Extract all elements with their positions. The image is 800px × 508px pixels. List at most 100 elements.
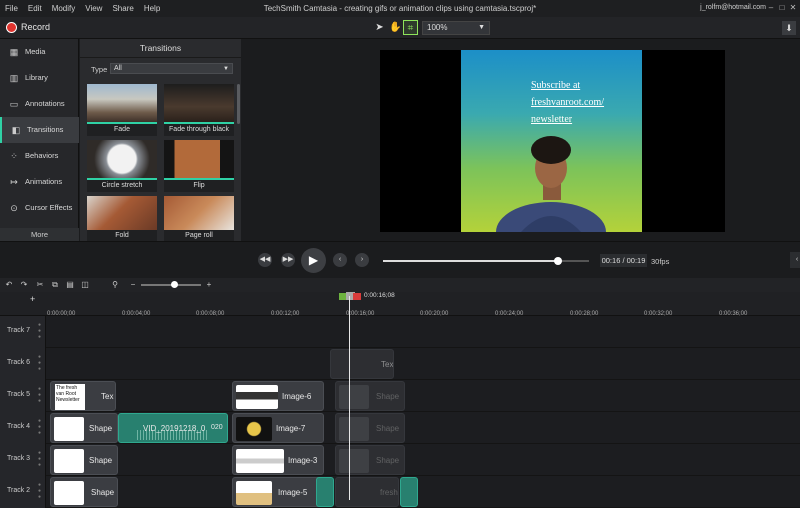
timeline-clip[interactable]: Image-5 [232,477,324,507]
zoom-icon[interactable]: ⚲ [110,280,120,290]
thumb-accent [87,178,157,180]
timeline-clip[interactable]: Shape [335,445,405,475]
clip-thumbnail [236,417,272,441]
pointer-icon[interactable]: ➤ [372,20,387,35]
timeline-clip[interactable]: fresh [335,477,399,507]
timeline-clip[interactable]: Shape [335,413,405,443]
track-header[interactable]: Track 2 ● ● ● [0,476,46,508]
scrubber[interactable] [383,257,589,265]
timeline-clip[interactable]: Image-6 [232,381,324,411]
transition-fade[interactable]: Fade [87,84,157,136]
track-name: Track 3 [7,455,31,462]
playhead-time: 0:00:16;08 [364,292,395,299]
track-options-icon[interactable]: ● ● ● [38,450,44,470]
zoom-in-icon[interactable]: + [204,280,214,290]
account-label[interactable]: j_rolfm@hotmail.com [700,4,766,11]
behaviors-icon: ⁘ [10,151,18,161]
timeline-clip[interactable] [400,477,418,507]
thumb-accent [164,122,234,124]
menu-view[interactable]: View [80,4,107,13]
sidebar-item-library[interactable]: ▥ Library [0,65,79,91]
menu-share[interactable]: Share [107,4,138,13]
clip-label: Shape [376,456,400,465]
menu-help[interactable]: Help [139,4,165,13]
step-forward-icon[interactable]: ▶▶ [281,253,295,267]
track-header[interactable]: Track 7 ● ● ● [0,316,46,348]
sidebar-item-transitions[interactable]: ◧ Transitions [0,117,79,143]
scrubber-handle[interactable] [554,257,563,265]
timeline-tracks: Track 7 ● ● ● Track 6 ● ● ● Tex Track 5 ● ● ● The… [0,316,800,508]
play-icon[interactable]: ▶ [301,248,326,273]
next-marker-icon[interactable]: › [355,253,369,267]
transition-fold[interactable]: Fold [87,196,157,241]
track-header[interactable]: Track 5 ● ● ● [0,380,46,412]
timeline-clip[interactable]: Shape [50,413,118,443]
cut-icon[interactable]: ✂ [35,280,45,290]
transition-thumbnail [164,84,234,122]
sidebar-item-cursor-effects[interactable]: ⊙ Cursor Effects [0,195,79,221]
transition-page-roll[interactable]: Page roll [164,196,234,241]
menu-file[interactable]: File [0,4,23,13]
track-options-icon[interactable]: ● ● ● [38,482,44,502]
menu-edit[interactable]: Edit [23,4,47,13]
menu-modify[interactable]: Modify [47,4,81,13]
transitions-icon: ◧ [11,125,21,135]
step-back-icon[interactable]: ◀◀ [258,253,272,267]
playhead-line[interactable] [349,296,350,500]
timeline-clip[interactable] [316,477,334,507]
timeline-clip[interactable]: Image-7 [232,413,324,443]
sidebar-item-animations[interactable]: ↦ Animations [0,169,79,195]
timeline-ruler[interactable]: + 0:00:00;00 0:00:04;00 0:00:08;00 0:00:… [0,292,800,317]
minimize-icon[interactable]: – [766,3,776,13]
redo-icon[interactable]: ↷ [19,280,29,290]
add-track-icon[interactable]: + [30,294,35,304]
track-header[interactable]: Track 3 ● ● ● [0,444,46,476]
panel-scrollbar[interactable] [237,84,240,124]
crop-icon[interactable]: ⌗ [403,20,418,35]
sidebar-item-media[interactable]: ▦ Media [0,39,79,65]
paste-icon[interactable]: ▤ [65,280,75,290]
zoom-out-icon[interactable]: − [128,280,138,290]
previous-marker-icon[interactable]: ‹ [333,253,347,267]
close-icon[interactable]: ✕ [788,3,798,13]
transition-circle-stretch[interactable]: Circle stretch [87,140,157,192]
track-options-icon[interactable]: ● ● ● [38,322,44,342]
timeline-clip[interactable]: Shape [50,477,118,507]
transition-fade-through-black[interactable]: Fade through black [164,84,234,136]
timeline-clip[interactable]: Tex [330,349,394,379]
transition-thumbnail [164,196,234,230]
timeline-clip[interactable]: Image-3 [232,445,324,475]
zoom-slider-handle[interactable] [171,281,178,288]
thumb-accent [87,122,157,124]
thumb-accent [164,178,234,180]
track-row: Track 7 ● ● ● [0,316,800,348]
hand-icon[interactable]: ✋ [388,20,403,35]
track-options-icon[interactable]: ● ● ● [38,386,44,406]
split-icon[interactable]: ◫ [80,280,90,290]
track-header[interactable]: Track 6 ● ● ● [0,348,46,380]
track-header[interactable]: Track 4 ● ● ● [0,412,46,444]
track-options-icon[interactable]: ● ● ● [38,418,44,438]
zoom-select[interactable]: 100% ▼ [422,21,490,35]
maximize-icon[interactable]: □ [777,3,787,13]
copy-icon[interactable]: ⧉ [50,280,60,290]
more-button[interactable]: More [0,228,79,241]
properties-toggle-icon[interactable]: ‹ [790,252,800,268]
sidebar: ▦ Media ▥ Library ▭ Annotations ◧ Transi… [0,39,79,241]
preview-frame[interactable]: Subscribe at freshvanroot.com/ newslette… [461,50,642,232]
type-select[interactable]: All ▼ [110,63,233,74]
sidebar-item-annotations[interactable]: ▭ Annotations [0,91,79,117]
timeline-clip[interactable]: VID_20191218_0 020 [118,413,228,443]
transition-thumbnail [87,84,157,122]
transition-flip[interactable]: Flip [164,140,234,192]
download-icon[interactable]: ⬇ [782,21,796,35]
timeline-clip[interactable]: The fresh van Root Newsletter Tex [50,381,116,411]
track-options-icon[interactable]: ● ● ● [38,354,44,374]
undo-icon[interactable]: ↶ [4,280,14,290]
selection-end-handle[interactable] [353,293,361,300]
timeline-zoom-slider[interactable] [141,281,201,288]
record-icon [6,22,17,33]
timeline-clip[interactable]: Shape [50,445,118,475]
timeline-clip[interactable]: Shape [335,381,405,411]
sidebar-item-behaviors[interactable]: ⁘ Behaviors [0,143,79,169]
